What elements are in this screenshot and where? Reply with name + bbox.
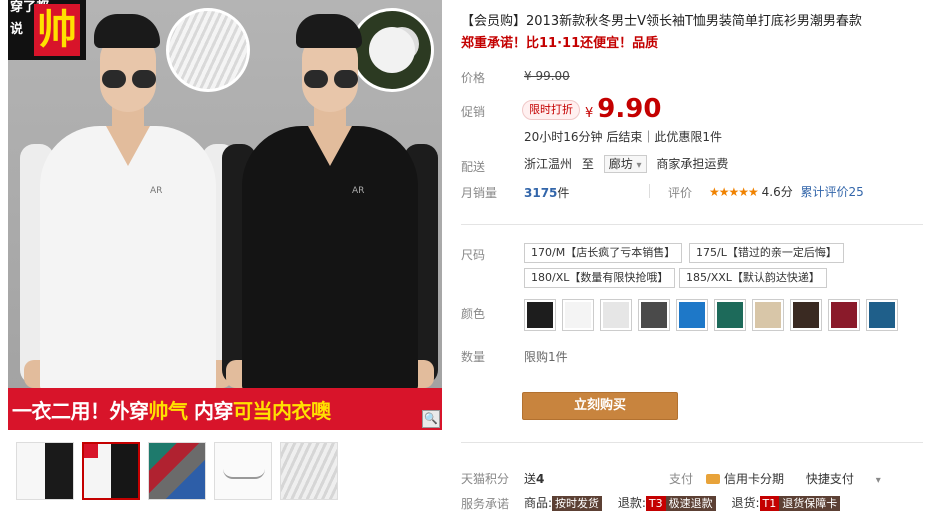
banner-text-3: 内穿: [187, 399, 234, 423]
destination-select[interactable]: 廊坊 ▾: [603, 155, 647, 173]
ontime-delivery-badge[interactable]: 按时发货: [552, 496, 603, 511]
banner-text-4: 可当内衣噢: [232, 399, 331, 423]
quantity-limit: 限购1件: [524, 350, 568, 364]
color-swatch-1[interactable]: [524, 299, 556, 331]
service-return: 退货:: [731, 496, 760, 510]
rating-score: 4.6分: [761, 185, 793, 199]
rating-stars-icon: ★★★★★: [709, 185, 759, 199]
quick-pay[interactable]: 快捷支付: [806, 472, 854, 486]
pay-label: 支付: [669, 472, 694, 486]
shirt-logo: AR: [150, 186, 163, 196]
original-price: ¥ 99.00: [524, 69, 570, 83]
section-divider: [461, 224, 923, 225]
buy-now-button[interactable]: 立刻购买: [522, 392, 678, 420]
banner-text-1: 一衣二用！外穿: [12, 399, 149, 423]
service-label: 服务承诺: [461, 497, 510, 511]
size-option-175[interactable]: 175/L【错过的亲一定后悔】: [689, 243, 844, 263]
size-option-180[interactable]: 180/XL【数量有限快抢哦】: [524, 268, 676, 288]
ship-to: 廊坊: [608, 157, 633, 171]
credit-card-icon: [706, 474, 720, 484]
current-price-value: 9.90: [597, 94, 662, 124]
chevron-down-icon: ▾: [636, 160, 642, 171]
sunglasses: [302, 70, 360, 90]
shipping-row: 浙江温州 至 廊坊 ▾ 商家承担运费: [524, 155, 728, 173]
thumbnail-3[interactable]: [148, 442, 206, 500]
model-black-shirt: AR: [222, 14, 438, 390]
t1-badge: T1: [759, 496, 780, 511]
points-prefix: 送: [524, 472, 537, 486]
thumbnail-4[interactable]: [214, 442, 272, 500]
points-label: 天猫积分: [461, 472, 510, 486]
thumbnail-1[interactable]: [16, 442, 74, 500]
color-swatch-5[interactable]: [676, 299, 708, 331]
size-option-170[interactable]: 170/M【店长疯了亏本销售】: [524, 243, 683, 263]
color-swatch-9[interactable]: [828, 299, 860, 331]
fast-refund-badge[interactable]: 极速退款: [665, 496, 716, 511]
color-swatch-8[interactable]: [790, 299, 822, 331]
color-swatch-3[interactable]: [600, 299, 632, 331]
sunglasses: [100, 70, 158, 90]
banner-text-2: 帅气: [148, 399, 189, 423]
section-divider: [461, 442, 923, 443]
color-swatch-6[interactable]: [714, 299, 746, 331]
shirt-logo: AR: [352, 186, 365, 196]
sales-label: 月销量: [461, 186, 498, 200]
chevron-down-icon[interactable]: ▾: [876, 475, 881, 486]
points-value: 4: [536, 472, 545, 486]
ship-to-word: 至: [581, 157, 594, 171]
thumbnail-2-active[interactable]: [82, 442, 140, 500]
currency-symbol: ¥: [585, 106, 594, 121]
color-label: 颜色: [461, 307, 486, 321]
divider: [649, 184, 650, 198]
product-subtitle: 郑重承诺！比11·11还便宜！品质: [461, 36, 659, 51]
color-swatch-2[interactable]: [562, 299, 594, 331]
color-swatch-7[interactable]: [752, 299, 784, 331]
model-white-shirt: AR: [20, 14, 236, 390]
service-goods: 商品:: [524, 496, 553, 510]
badge-text-2: 说: [10, 22, 24, 37]
size-option-185[interactable]: 185/XXL【默认韵达快递】: [679, 268, 827, 288]
t3-badge: T3: [645, 496, 666, 511]
size-label: 尺码: [461, 248, 486, 262]
quantity-label: 数量: [461, 350, 486, 364]
rating-label: 评价: [668, 186, 693, 200]
color-swatch-4[interactable]: [638, 299, 670, 331]
promo-countdown: 20小时16分钟 后结束｜此优惠限1件: [524, 130, 722, 144]
promo-banner: 一衣二用！外穿帅气 内穿可当内衣噢 🔍: [8, 388, 442, 430]
service-refund: 退款:: [617, 496, 646, 510]
product-detail-panel: 【会员购】2013新款秋冬男士V领长袖T恤男装简单打底衫男潮男春款 郑重承诺！比…: [461, 0, 923, 517]
thumbnail-5[interactable]: [280, 442, 338, 500]
shipping-label: 配送: [461, 160, 486, 174]
return-guarantee-badge[interactable]: 退货保障卡: [779, 496, 841, 511]
promo-label: 促销: [461, 105, 486, 119]
shipping-fee: 商家承担运费: [656, 157, 729, 171]
price-label: 价格: [461, 71, 486, 85]
sales-unit: 件: [557, 186, 570, 200]
thumbnail-strip: [8, 442, 442, 502]
main-product-image[interactable]: 穿了都 说 帅 AR AR 一衣二用！外穿帅气 内穿可当内衣噢 🔍: [8, 0, 442, 430]
promo-tag: 限时打折: [522, 100, 580, 120]
product-title: 【会员购】2013新款秋冬男士V领长袖T恤男装简单打底衫男潮男春款: [461, 14, 862, 29]
credit-pay[interactable]: 信用卡分期: [724, 472, 784, 486]
ship-from: 浙江温州: [524, 157, 573, 171]
sales-count: 3175: [524, 186, 558, 200]
current-price: ¥9.90: [585, 94, 661, 124]
product-gallery: 穿了都 说 帅 AR AR 一衣二用！外穿帅气 内穿可当内衣噢 🔍: [8, 0, 442, 517]
zoom-icon[interactable]: 🔍: [422, 410, 440, 428]
color-swatch-10[interactable]: [866, 299, 898, 331]
service-row: 商品: 按时发货 退款: T3 极速退款 退货: T1 退货保障卡: [524, 494, 841, 511]
review-count-link[interactable]: 累计评价25: [801, 185, 864, 199]
